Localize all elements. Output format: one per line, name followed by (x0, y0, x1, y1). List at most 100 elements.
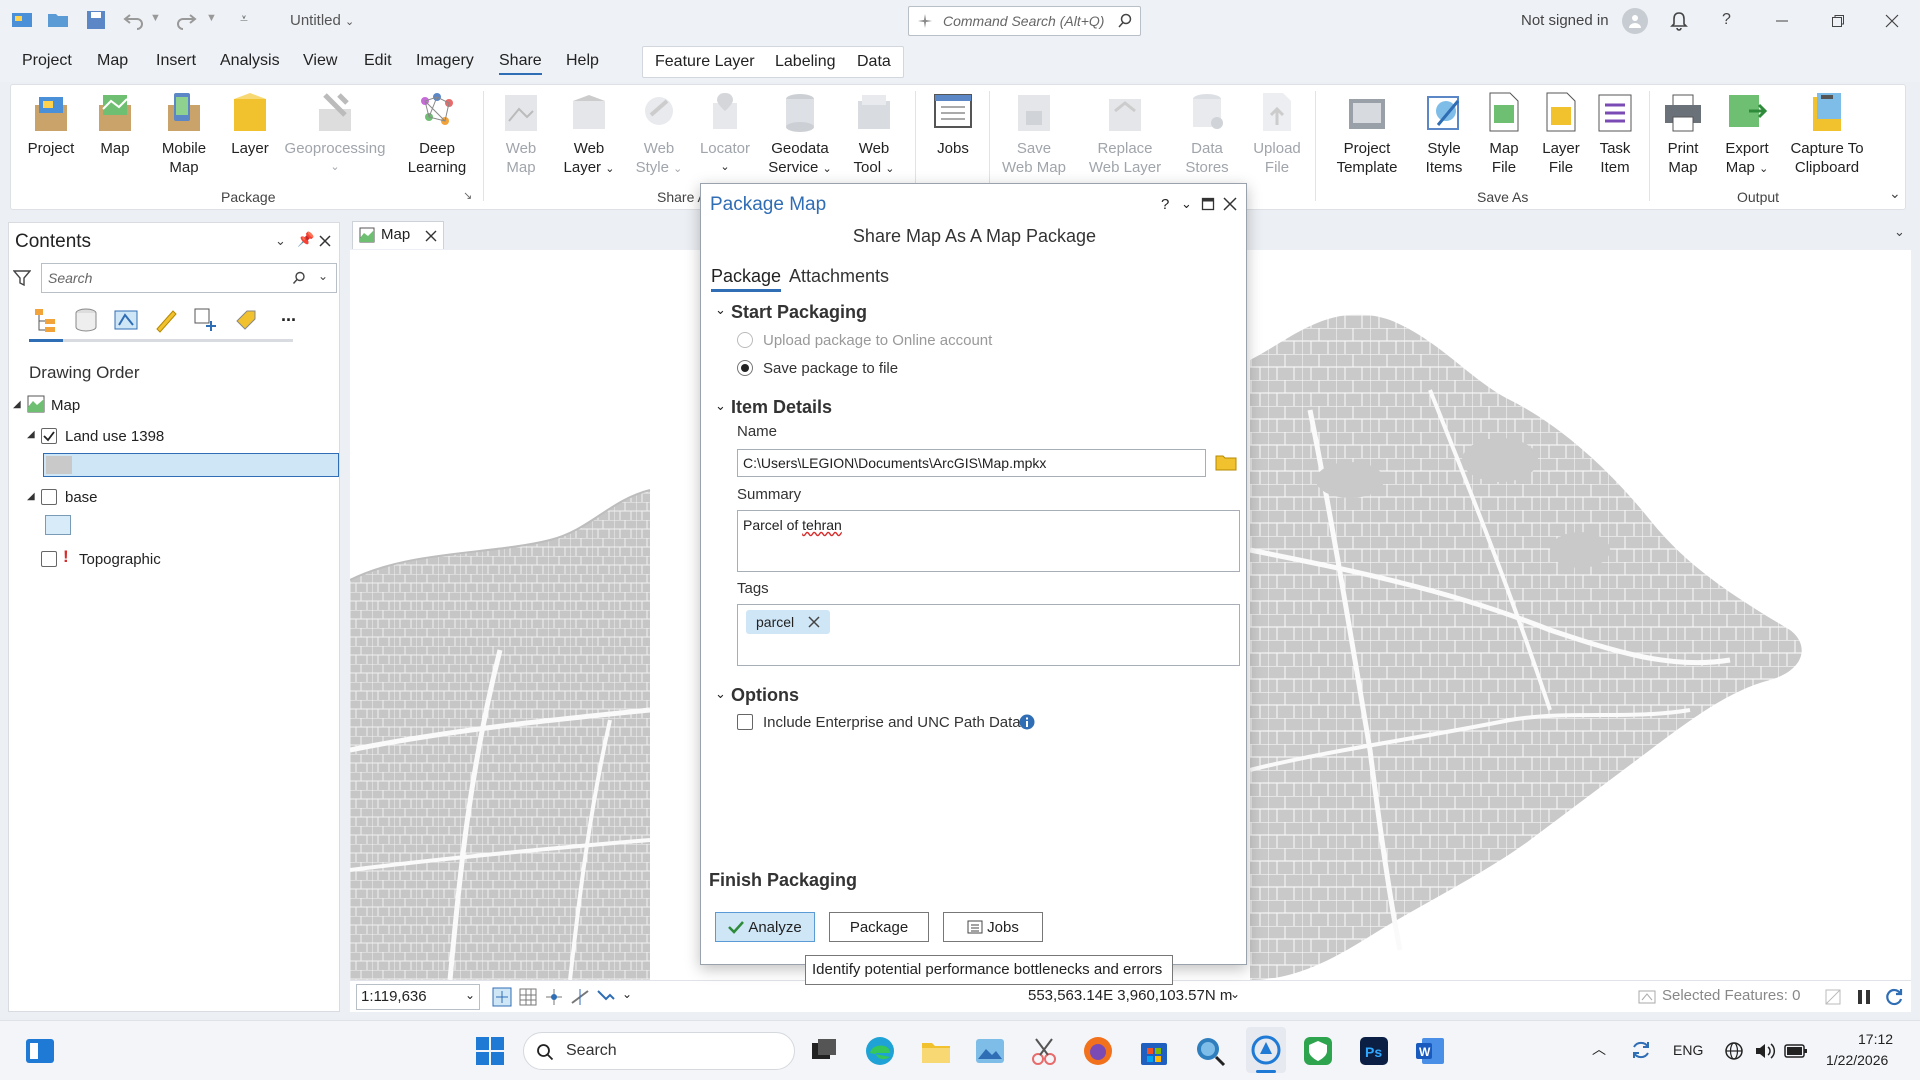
print-map-button[interactable]: Print Map (1661, 91, 1705, 177)
tree-base-label[interactable]: base (65, 489, 98, 506)
language-indicator[interactable]: ENG (1673, 1042, 1703, 1058)
word-icon[interactable]: W (1414, 1035, 1446, 1067)
clock-date[interactable]: 1/22/2026 (1826, 1052, 1888, 1068)
sync-icon[interactable] (1630, 1039, 1652, 1061)
tab-data[interactable]: Data (857, 53, 891, 71)
share-web-style-button[interactable]: Web Style ⌄ (631, 91, 687, 179)
contents-search-input[interactable]: Search ⌄ (41, 263, 337, 293)
share-web-tool-button[interactable]: Web Tool ⌄ (847, 91, 901, 179)
list-by-snapping-icon[interactable] (193, 307, 219, 333)
document-title[interactable]: Untitled ⌄ (290, 12, 354, 29)
collapse-base-icon[interactable]: ◢ (27, 491, 35, 502)
tab-attachments[interactable]: Attachments (789, 266, 889, 287)
pane-options-icon[interactable]: ⌄ (275, 233, 286, 249)
file-explorer-icon[interactable] (920, 1035, 952, 1067)
photoshop-icon[interactable]: Ps (1358, 1035, 1390, 1067)
chevron-down-icon[interactable]: ⌄ (1894, 224, 1905, 240)
map-file-button[interactable]: Map File (1483, 91, 1525, 177)
menu-help[interactable]: Help (566, 52, 599, 70)
list-by-labeling-icon[interactable] (233, 307, 259, 333)
clock-time[interactable]: 17:12 (1858, 1031, 1893, 1047)
collapse-land-use-icon[interactable]: ◢ (27, 429, 35, 440)
dialog-help-button[interactable]: ? (1161, 196, 1169, 213)
arcgis-pro-taskbar-item[interactable] (1246, 1027, 1286, 1073)
folder-icon[interactable] (1215, 452, 1237, 472)
package-project-button[interactable]: Project (27, 91, 75, 158)
firefox-icon[interactable] (1082, 1035, 1114, 1067)
menu-share[interactable]: Share (499, 52, 542, 75)
edge-icon[interactable] (864, 1035, 896, 1067)
base-visibility-checkbox[interactable] (41, 489, 57, 505)
map-view-tab[interactable]: Map (352, 221, 444, 249)
command-search-input[interactable]: Command Search (Alt+Q) (908, 6, 1141, 36)
upload-file-button[interactable]: Upload File (1249, 91, 1305, 177)
data-stores-button[interactable]: Data Stores (1181, 91, 1233, 177)
share-web-layer-button[interactable]: Web Layer ⌄ (559, 91, 619, 179)
show-hidden-icons-icon[interactable]: ︿ (1592, 1039, 1606, 1059)
tab-feature-layer[interactable]: Feature Layer (655, 53, 755, 71)
ribbon-collapse-icon[interactable]: ⌄ (1889, 185, 1901, 202)
list-by-drawing-order-icon[interactable] (33, 307, 59, 333)
geoprocessing-package-button[interactable]: Geoprocessing ⌄ (283, 91, 387, 177)
list-by-data-source-icon[interactable] (73, 307, 99, 333)
snapping-icon[interactable] (544, 987, 564, 1007)
maximize-icon[interactable] (1201, 197, 1215, 211)
minimize-button[interactable] (1762, 6, 1802, 36)
include-unc-checkbox[interactable] (737, 714, 753, 730)
menu-edit[interactable]: Edit (364, 52, 392, 70)
package-map-button[interactable]: Map (95, 91, 135, 158)
globe-search-icon[interactable] (1194, 1035, 1226, 1067)
base-symbol-swatch[interactable] (45, 515, 71, 535)
collapse-options-icon[interactable]: ⌄ (715, 686, 726, 702)
info-icon[interactable] (1019, 714, 1035, 730)
land-use-visibility-checkbox[interactable] (41, 428, 57, 444)
remove-tag-icon[interactable] (808, 616, 820, 628)
layer-file-button[interactable]: Layer File (1539, 91, 1583, 177)
save-package-radio[interactable] (737, 360, 753, 376)
app-icon[interactable] (10, 8, 34, 32)
tree-land-use-label[interactable]: Land use 1398 (65, 428, 164, 445)
topographic-visibility-checkbox[interactable] (41, 551, 57, 567)
refresh-mode-icon[interactable] (596, 987, 616, 1007)
jobs-dialog-button[interactable]: Jobs (943, 912, 1043, 942)
taskbar-search[interactable]: Search (523, 1032, 795, 1070)
dialog-options-icon[interactable]: ⌄ (1181, 196, 1192, 212)
tab-labeling[interactable]: Labeling (775, 53, 836, 71)
collapse-map-icon[interactable]: ◢ (13, 399, 21, 410)
fixed-scale-icon[interactable] (492, 987, 512, 1007)
menu-insert[interactable]: Insert (156, 52, 196, 70)
chevron-down-icon[interactable]: ⌄ (318, 269, 328, 283)
undo-icon[interactable] (122, 8, 146, 32)
more-views-button[interactable]: ... (281, 305, 296, 326)
package-button[interactable]: Package (829, 912, 929, 942)
clear-selection-icon[interactable] (1824, 988, 1842, 1006)
collapse-start-packaging-icon[interactable]: ⌄ (715, 302, 726, 318)
replace-web-layer-button[interactable]: Replace Web Layer (1085, 91, 1165, 177)
chevron-down-icon[interactable]: ⌄ (622, 987, 632, 1001)
not-signed-in-text[interactable]: Not signed in (1521, 12, 1609, 29)
package-group-launcher-icon[interactable]: ↘ (463, 189, 472, 202)
upload-package-radio[interactable] (737, 332, 753, 348)
task-item-button[interactable]: Task Item (1595, 91, 1635, 177)
land-use-symbol-row[interactable] (43, 453, 339, 477)
menu-project[interactable]: Project (22, 52, 72, 70)
share-locator-button[interactable]: Locator ⌄ (697, 91, 753, 177)
summary-textarea[interactable]: Parcel of tehran (737, 510, 1240, 572)
style-items-button[interactable]: Style Items (1419, 91, 1469, 177)
list-by-editing-icon[interactable] (153, 307, 179, 333)
jobs-button[interactable]: Jobs (927, 91, 979, 158)
widgets-icon[interactable] (24, 1035, 56, 1067)
redo-icon[interactable] (174, 8, 198, 32)
filter-icon[interactable] (13, 269, 31, 287)
redo-dropdown-icon[interactable]: ▼ (206, 12, 217, 24)
constraints-icon[interactable] (570, 987, 590, 1007)
share-web-map-button[interactable]: Web Map (499, 91, 543, 177)
battery-icon[interactable] (1784, 1042, 1808, 1060)
close-tab-icon[interactable] (425, 230, 437, 242)
tab-package[interactable]: Package (711, 266, 782, 292)
store-icon[interactable] (1138, 1035, 1170, 1067)
capture-to-clipboard-button[interactable]: Capture To Clipboard (1783, 91, 1871, 177)
user-avatar[interactable] (1622, 8, 1648, 34)
menu-analysis[interactable]: Analysis (220, 52, 280, 70)
scale-dropdown[interactable]: 1:119,636 ⌄ (356, 984, 480, 1010)
